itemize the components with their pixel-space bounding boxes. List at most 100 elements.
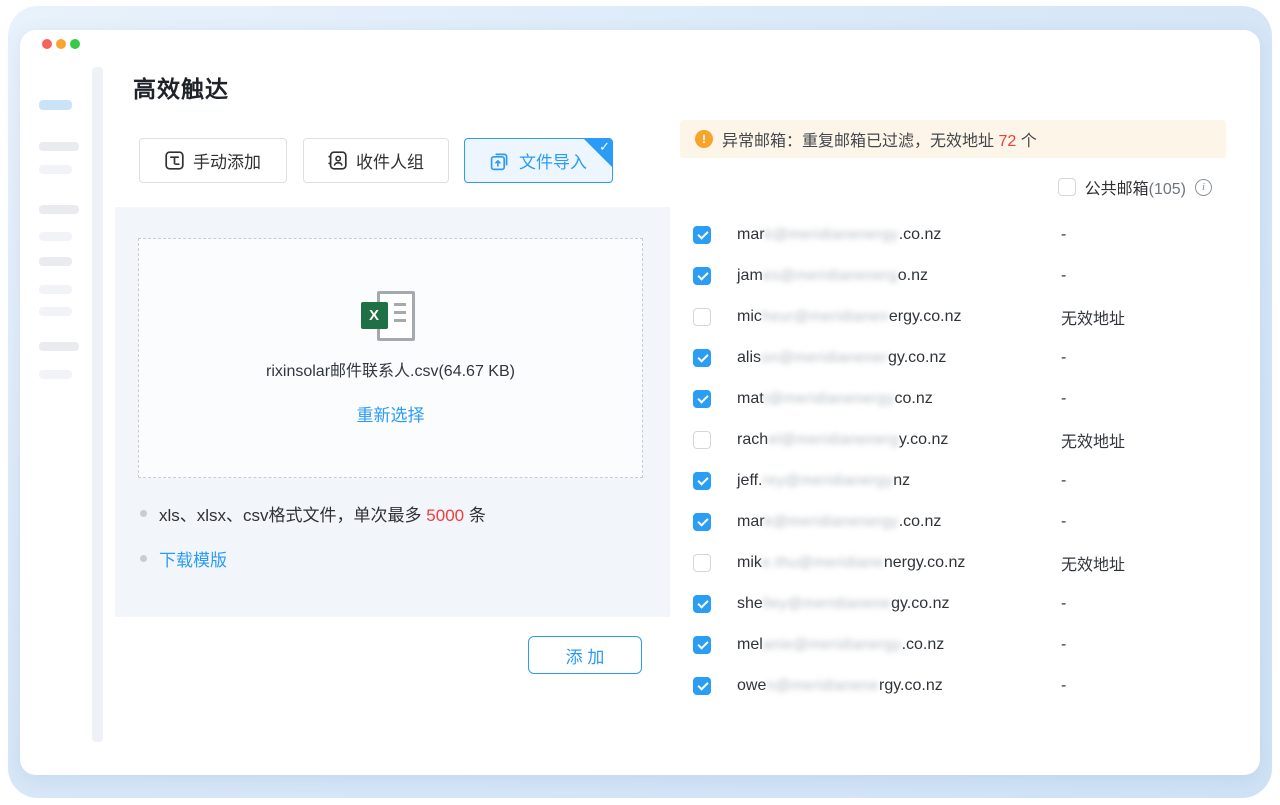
banner-text: 异常邮箱：重复邮箱已过滤，无效地址 72 个	[722, 127, 1037, 151]
minimize-window-icon[interactable]	[56, 39, 66, 49]
email-status: -	[1061, 267, 1066, 285]
tab-label: 收件人组	[356, 148, 424, 173]
maximize-window-icon[interactable]	[70, 39, 80, 49]
excel-x-badge: X	[361, 302, 388, 329]
doc-line	[394, 319, 406, 322]
blurred-email-segment: k@meridianenergy	[765, 226, 899, 243]
tab-recipient-group[interactable]: 收件人组	[303, 138, 449, 183]
sidebar-item-active[interactable]	[39, 100, 72, 110]
email-address: mark@meridianenergy.co.nz	[737, 513, 941, 531]
email-status: -	[1061, 513, 1066, 531]
email-row: mark@meridianenergy.co.nz -	[693, 214, 1226, 255]
sidebar-item[interactable]	[39, 142, 79, 151]
info-icon[interactable]: i	[1195, 179, 1212, 196]
upload-dropzone[interactable]: X rixinsolar邮件联系人.csv(64.67 KB) 重新选择	[138, 238, 643, 478]
close-window-icon[interactable]	[42, 39, 52, 49]
email-row: mark@meridianenergy.co.nz -	[693, 501, 1226, 542]
format-tip: xls、xlsx、csv格式文件，单次最多 5000 条	[140, 501, 486, 526]
blurred-email-segment: es@meridianenerg	[763, 267, 898, 284]
email-row: shelley@meridianenegy.co.nz -	[693, 583, 1226, 624]
blurred-email-segment: e.thu@meridiane	[762, 554, 884, 571]
blurred-email-segment: anie@meridianergy	[763, 636, 902, 653]
email-checkbox[interactable]	[693, 226, 711, 244]
bullet-icon	[140, 555, 147, 562]
check-icon: ✓	[599, 139, 610, 155]
blurred-email-segment: heur@meridianen	[762, 308, 889, 325]
email-row: jeff.rey@meridianergynz -	[693, 460, 1226, 501]
sidebar-item[interactable]	[39, 257, 72, 266]
app-window: 高效触达 手动添加 收件人组	[20, 30, 1260, 775]
email-checkbox[interactable]	[693, 595, 711, 613]
sidebar-item[interactable]	[39, 285, 72, 294]
page-title: 高效触达	[133, 70, 229, 104]
recipient-group-icon	[328, 151, 347, 170]
email-address: rachel@meridianenergy.co.nz	[737, 431, 948, 449]
add-button[interactable]: 添 加	[528, 636, 642, 674]
sidebar-item[interactable]	[39, 205, 79, 214]
email-checkbox[interactable]	[693, 472, 711, 490]
doc-line	[394, 303, 406, 306]
email-row: james@meridianenergo.nz -	[693, 255, 1226, 296]
tab-label: 手动添加	[193, 148, 261, 173]
blurred-email-segment: on@meridianener	[761, 349, 888, 366]
email-row: matt@meridianenergyco.nz -	[693, 378, 1226, 419]
sidebar-item[interactable]	[39, 232, 72, 241]
excel-file-icon: X	[361, 291, 421, 343]
blurred-email-segment: k@meridianenergy	[765, 513, 899, 530]
email-status: -	[1061, 472, 1066, 490]
sidebar-divider	[92, 67, 103, 742]
email-checkbox[interactable]	[693, 390, 711, 408]
email-status: 无效地址	[1061, 305, 1125, 329]
public-mailbox-checkbox[interactable]	[1058, 178, 1076, 196]
email-checkbox[interactable]	[693, 554, 711, 572]
email-status: -	[1061, 595, 1066, 613]
download-template-link[interactable]: 下载模版	[159, 546, 227, 571]
email-checkbox[interactable]	[693, 308, 711, 326]
email-checkbox[interactable]	[693, 636, 711, 654]
sidebar-item[interactable]	[39, 307, 72, 316]
warning-icon: !	[695, 130, 713, 148]
email-address: alison@meridianenergy.co.nz	[737, 349, 946, 367]
email-status: -	[1061, 636, 1066, 654]
public-mailbox-label: 公共邮箱(105)	[1085, 175, 1186, 199]
blurred-email-segment: lley@meridianene	[763, 595, 891, 612]
bullet-icon	[140, 510, 147, 517]
email-row: melanie@meridianergy.co.nz -	[693, 624, 1226, 665]
reselect-file-link[interactable]: 重新选择	[139, 401, 642, 426]
uploaded-file-name: rixinsolar邮件联系人.csv(64.67 KB)	[139, 357, 642, 381]
email-list: mark@meridianenergy.co.nz - james@meridi…	[693, 214, 1226, 706]
email-checkbox[interactable]	[693, 677, 711, 695]
template-tip: 下载模版	[140, 546, 227, 571]
tab-file-import[interactable]: 文件导入 ✓	[464, 138, 613, 183]
sidebar-item[interactable]	[39, 370, 72, 379]
doc-line	[394, 311, 406, 314]
manual-add-icon	[165, 151, 184, 170]
email-checkbox[interactable]	[693, 431, 711, 449]
email-address: mike.thu@meridianenergy.co.nz	[737, 554, 965, 572]
tip-text: xls、xlsx、csv格式文件，单次最多 5000 条	[159, 501, 486, 526]
email-checkbox[interactable]	[693, 513, 711, 531]
email-row: micheur@meridianenergy.co.nz 无效地址	[693, 296, 1226, 337]
email-status: -	[1061, 390, 1066, 408]
max-count: 5000	[426, 506, 464, 525]
email-address: melanie@meridianergy.co.nz	[737, 636, 944, 654]
invalid-count: 72	[998, 133, 1016, 150]
email-row: rachel@meridianenergy.co.nz 无效地址	[693, 419, 1226, 460]
email-address: mark@meridianenergy.co.nz	[737, 226, 941, 244]
sidebar-item[interactable]	[39, 165, 72, 174]
tab-label: 文件导入	[519, 148, 587, 173]
email-row: mike.thu@meridianenergy.co.nz 无效地址	[693, 542, 1226, 583]
email-address: micheur@meridianenergy.co.nz	[737, 308, 961, 326]
tab-manual-add[interactable]: 手动添加	[139, 138, 287, 183]
blurred-email-segment: n@meridianene	[766, 677, 879, 694]
email-row: owen@meridianenergy.co.nz -	[693, 665, 1226, 706]
email-address: matt@meridianenergyco.nz	[737, 390, 933, 408]
blurred-email-segment: el@meridianenerg	[768, 431, 899, 448]
file-upload-panel: X rixinsolar邮件联系人.csv(64.67 KB) 重新选择 xls…	[115, 207, 670, 617]
email-status: -	[1061, 349, 1066, 367]
email-address: james@meridianenergo.nz	[737, 267, 928, 285]
email-checkbox[interactable]	[693, 267, 711, 285]
email-checkbox[interactable]	[693, 349, 711, 367]
email-status: 无效地址	[1061, 428, 1125, 452]
sidebar-item[interactable]	[39, 342, 79, 351]
